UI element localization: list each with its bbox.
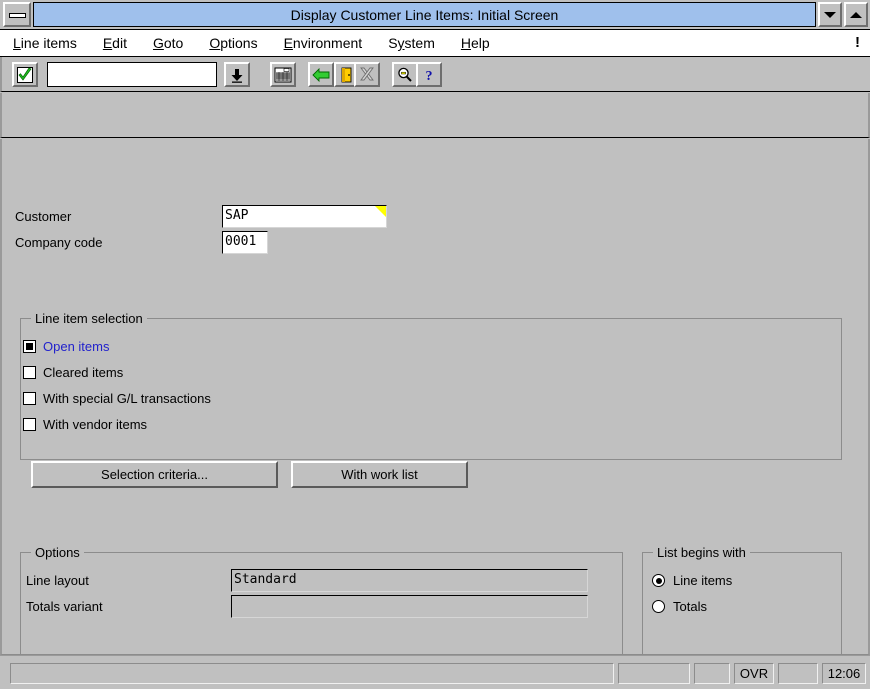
radio-line-items[interactable]: Line items <box>652 573 732 588</box>
magnifier-find-icon <box>398 67 412 82</box>
save-icon <box>274 67 292 82</box>
status-bar: OVR 12:06 <box>0 655 870 689</box>
sub-header-band <box>0 93 870 138</box>
radio-line-items-dot[interactable] <box>652 574 665 587</box>
cancel-x-icon <box>360 67 374 80</box>
status-segment-a <box>618 663 690 684</box>
menu-help-label: elp <box>471 35 490 51</box>
menu-line-items[interactable]: Line items <box>0 30 90 56</box>
line-item-selection-title: Line item selection <box>31 311 147 326</box>
question-mark-help-icon: ? <box>426 69 433 83</box>
checkbox-special-gl-transactions-box[interactable] <box>23 392 36 405</box>
line-layout-value: Standard <box>234 572 297 587</box>
checkbox-cleared-items-box[interactable] <box>23 366 36 379</box>
chevron-down-icon <box>231 68 243 83</box>
find-button[interactable] <box>392 62 418 87</box>
system-menu-button[interactable] <box>3 2 31 27</box>
menu-system[interactable]: System <box>375 30 448 56</box>
totals-variant-input[interactable] <box>231 595 588 618</box>
window-title: Display Customer Line Items: Initial Scr… <box>33 2 816 27</box>
command-field[interactable] <box>47 62 217 87</box>
maximize-icon <box>850 11 862 18</box>
menu-goto[interactable]: Goto <box>140 30 196 56</box>
menu-options-label: ptions <box>220 35 258 51</box>
checkbox-with-vendor-items[interactable]: With vendor items <box>23 417 147 432</box>
company-code-value: 0001 <box>225 234 257 249</box>
line-item-selection-group: Line item selection <box>20 311 842 460</box>
green-check-enter-icon <box>17 66 33 83</box>
menu-system-label: stem <box>404 35 435 51</box>
checkbox-with-vendor-items-box[interactable] <box>23 418 36 431</box>
checkbox-cleared-items-label: Cleared items <box>43 365 124 380</box>
svg-text:?: ? <box>426 69 433 83</box>
command-input[interactable] <box>48 63 216 86</box>
system-menu-icon <box>9 13 26 18</box>
sap-gui-window: Display Customer Line Items: Initial Scr… <box>0 0 870 689</box>
radio-totals-dot[interactable] <box>652 600 665 613</box>
checkbox-with-vendor-items-label: With vendor items <box>43 417 148 432</box>
radio-totals[interactable]: Totals <box>652 599 707 614</box>
maximize-button[interactable] <box>844 2 868 27</box>
value-help-triangle-icon[interactable] <box>375 206 386 217</box>
menu-help[interactable]: Help <box>448 30 503 56</box>
menu-line-items-label: ine items <box>20 35 77 51</box>
toolbar: ? <box>0 57 870 92</box>
checkbox-open-items-label: Open items <box>43 339 110 354</box>
company-code-label: Company code <box>15 235 103 250</box>
list-begins-with-title: List begins with <box>653 545 750 560</box>
save-button[interactable] <box>270 62 296 87</box>
menu-options[interactable]: Options <box>196 30 270 56</box>
green-back-arrow-icon <box>312 67 330 82</box>
command-dropdown-button[interactable] <box>224 62 250 87</box>
title-bar: Display Customer Line Items: Initial Scr… <box>0 0 870 30</box>
checkbox-open-items[interactable]: Open items <box>23 339 109 354</box>
menu-goto-label: oto <box>163 35 184 51</box>
exit-door-icon <box>341 67 351 82</box>
help-button[interactable]: ? <box>416 62 442 87</box>
cancel-button[interactable] <box>354 62 380 87</box>
customer-input[interactable]: SAP <box>222 205 387 228</box>
menu-edit-label: dit <box>112 35 127 51</box>
status-segment-c <box>778 663 818 684</box>
menu-environment-label: nvironment <box>292 35 363 51</box>
options-title: Options <box>31 545 84 560</box>
status-time: 12:06 <box>822 663 866 684</box>
menu-environment[interactable]: Environment <box>271 30 376 56</box>
status-message <box>10 663 614 684</box>
screen-canvas: Customer SAP Company code 0001 Line item… <box>0 139 870 674</box>
menu-indicator[interactable]: ! <box>855 30 860 56</box>
menu-edit[interactable]: Edit <box>90 30 140 56</box>
checkbox-cleared-items[interactable]: Cleared items <box>23 365 123 380</box>
customer-label: Customer <box>15 209 72 224</box>
back-button[interactable] <box>308 62 334 87</box>
selection-criteria-button[interactable]: Selection criteria... <box>31 461 278 488</box>
with-work-list-button[interactable]: With work list <box>291 461 468 488</box>
radio-totals-label: Totals <box>673 599 707 614</box>
enter-button[interactable] <box>12 62 38 87</box>
minimize-button[interactable] <box>818 2 842 27</box>
line-layout-label: Line layout <box>26 573 89 588</box>
company-code-input[interactable]: 0001 <box>222 231 268 254</box>
radio-line-items-label: Line items <box>673 573 733 588</box>
customer-value: SAP <box>225 208 249 223</box>
totals-variant-label: Totals variant <box>26 599 103 614</box>
minimize-icon <box>824 11 836 18</box>
checkbox-open-items-box[interactable] <box>23 340 36 353</box>
checkbox-special-gl-transactions-label: With special G/L transactions <box>43 391 211 406</box>
status-segment-b <box>694 663 730 684</box>
status-insert-mode[interactable]: OVR <box>734 663 774 684</box>
line-layout-input[interactable]: Standard <box>231 569 588 592</box>
checkbox-special-gl-transactions[interactable]: With special G/L transactions <box>23 391 211 406</box>
menu-bar: Line items Edit Goto Options Environment… <box>0 30 870 57</box>
